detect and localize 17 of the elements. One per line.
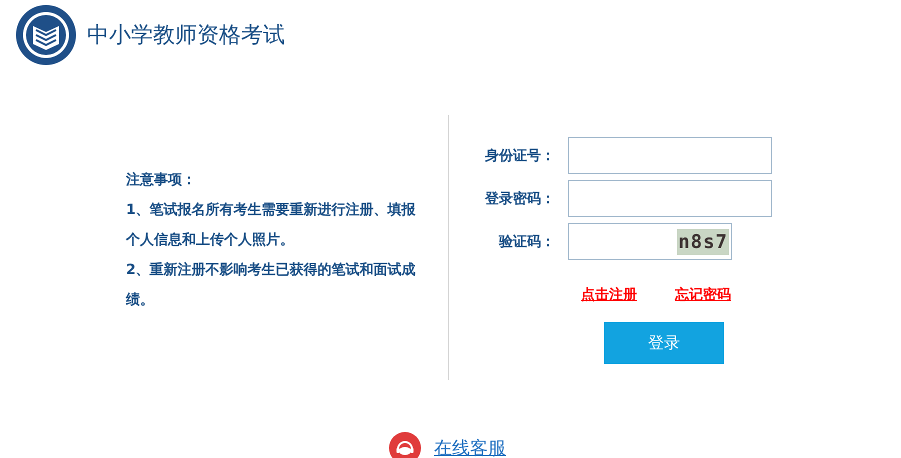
online-service-link[interactable]: 在线客服	[434, 436, 506, 458]
id-number-field[interactable]	[568, 137, 772, 174]
field-label: 身份证号：	[484, 146, 555, 164]
notice-text: 2、重新注册不影响考生已获得的笔试和面试成绩。	[126, 260, 417, 310]
notice-text: 1、笔试报名所有考生需要重新进行注册、填报个人信息和上传个人照片。	[126, 200, 417, 250]
logo-icon	[15, 4, 77, 66]
notice-heading: 注意事项：	[126, 170, 197, 190]
login-button[interactable]: 登录	[604, 322, 724, 364]
field-label: 验证码：	[498, 232, 555, 250]
password-field[interactable]	[568, 180, 772, 217]
customer-service-icon	[389, 432, 421, 458]
field-label: 登录密码：	[484, 190, 555, 208]
captcha-field[interactable]: n8s7	[568, 223, 732, 260]
site-title: 中小学教师资格考试	[87, 22, 285, 50]
forgot-password-link[interactable]: 忘记密码	[675, 286, 731, 304]
captcha-image[interactable]: n8s7	[677, 228, 729, 254]
register-link[interactable]: 点击注册	[581, 286, 637, 304]
